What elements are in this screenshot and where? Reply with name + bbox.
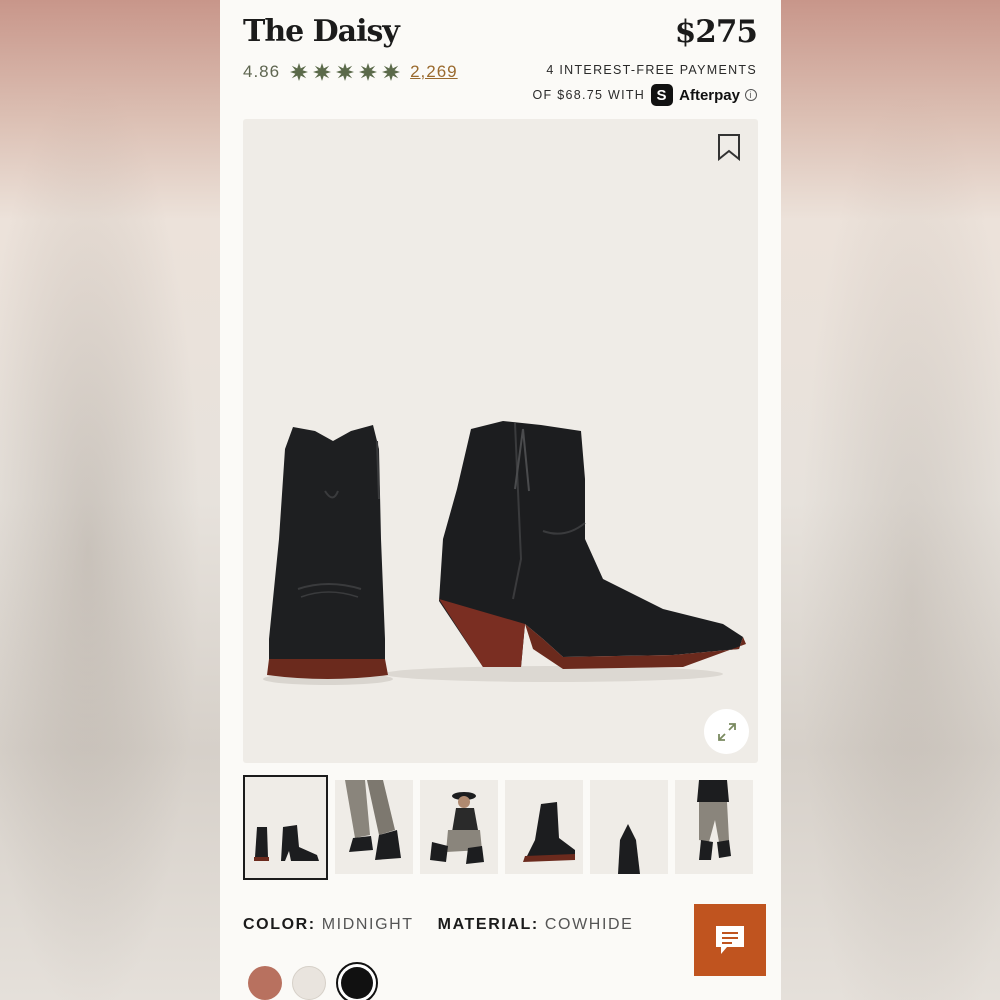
swatch-midnight[interactable] bbox=[336, 962, 378, 1000]
bookmark-icon[interactable] bbox=[716, 133, 742, 161]
reviews-link[interactable]: 2,269 bbox=[410, 62, 458, 82]
star-icon bbox=[336, 63, 355, 81]
material-label: MATERIAL: bbox=[437, 916, 539, 933]
color-swatches bbox=[248, 962, 378, 1000]
background-blur-right bbox=[780, 0, 1000, 1000]
rating-row: 4.86 2,269 bbox=[243, 62, 458, 82]
swatch-bone[interactable] bbox=[292, 966, 326, 1000]
expand-icon bbox=[717, 722, 736, 741]
afterpay-logo-icon: S bbox=[651, 84, 674, 106]
star-icon bbox=[359, 63, 378, 81]
star-icon bbox=[313, 63, 332, 81]
thumbnail-1[interactable] bbox=[243, 775, 328, 880]
star-icon bbox=[290, 63, 309, 81]
product-price: $275 bbox=[674, 14, 758, 50]
product-title: The Daisy bbox=[243, 14, 400, 49]
rating-value: 4.86 bbox=[243, 62, 281, 81]
expand-button[interactable] bbox=[704, 709, 749, 754]
swatch-tan[interactable] bbox=[248, 966, 282, 1000]
rating-stars bbox=[290, 63, 401, 81]
boots-image bbox=[263, 421, 746, 685]
option-selectors: COLOR: MIDNIGHT MATERIAL: COWHIDE bbox=[243, 916, 633, 934]
thumbnail-4[interactable] bbox=[505, 780, 583, 874]
afterpay-text-line1: 4 INTEREST-FREE PAYMENTS bbox=[546, 63, 757, 77]
afterpay-text-line2: OF $68.75 WITH S Afterpay i bbox=[532, 84, 757, 106]
material-selector: MATERIAL: COWHIDE bbox=[438, 916, 634, 934]
color-selector: COLOR: MIDNIGHT bbox=[243, 916, 414, 934]
thumbnail-5[interactable] bbox=[590, 780, 668, 874]
color-label: COLOR: bbox=[243, 916, 316, 933]
afterpay-brand: Afterpay bbox=[679, 86, 740, 104]
color-value: MIDNIGHT bbox=[321, 916, 414, 933]
thumbnail-2[interactable] bbox=[335, 780, 413, 874]
info-icon[interactable]: i bbox=[745, 89, 757, 101]
background-blur-left bbox=[0, 0, 220, 1000]
material-value: COWHIDE bbox=[544, 916, 634, 933]
star-icon bbox=[382, 63, 401, 81]
thumbnail-6[interactable] bbox=[675, 780, 753, 874]
chat-button[interactable] bbox=[694, 904, 766, 976]
thumbnail-3[interactable] bbox=[420, 780, 498, 874]
product-page: The Daisy $275 4.86 2,269 4 INTEREST-FRE… bbox=[220, 0, 781, 1000]
thumbnail-strip bbox=[243, 775, 753, 880]
main-product-image[interactable] bbox=[243, 119, 758, 763]
afterpay-amount-text: OF $68.75 WITH bbox=[532, 88, 646, 102]
chat-icon bbox=[716, 926, 744, 954]
